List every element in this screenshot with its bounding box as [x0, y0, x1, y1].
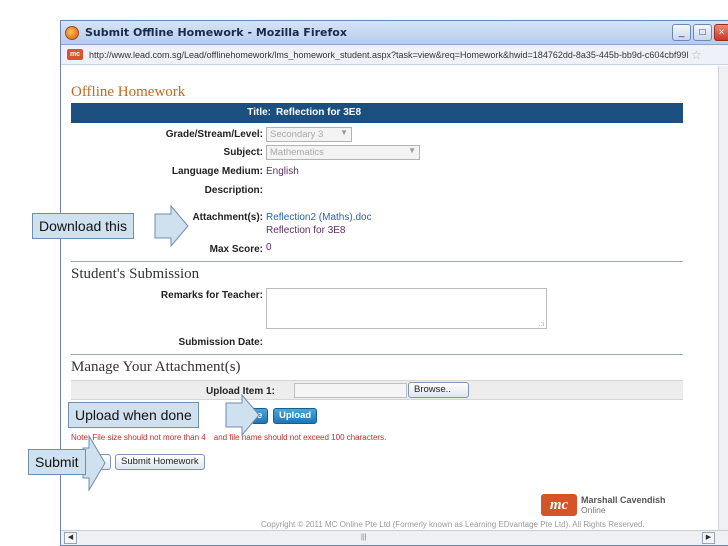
upload-callout: Upload when done	[68, 402, 199, 428]
scroll-right-icon[interactable]: ▶	[702, 532, 715, 544]
upload-arrow-icon	[225, 393, 260, 437]
section-divider	[71, 261, 683, 262]
subject-select-value: Mathematics	[270, 147, 324, 158]
brand-name-line1: Marshall Cavendish	[581, 495, 666, 505]
upload-button[interactable]: Upload	[273, 408, 318, 424]
remarks-label: Remarks for Teacher:	[160, 290, 263, 301]
brand-name-line2: Online	[581, 505, 606, 515]
section-divider	[71, 354, 683, 355]
title-label: Title:	[247, 107, 271, 118]
chevron-down-icon: ▼	[408, 146, 416, 155]
close-icon[interactable]: ×	[714, 24, 728, 41]
title-bar: Submit Offline Homework - Mozilla Firefo…	[61, 21, 728, 45]
chevron-down-icon: ▼	[340, 128, 348, 137]
copyright-text: Copyright © 2011 MC Online Pte Ltd (Form…	[261, 520, 645, 529]
homework-title-row: Title: Reflection for 3E8	[71, 103, 683, 123]
max-score-label: Max Score:	[209, 244, 263, 255]
brand-logo: mc Marshall Cavendish Online	[541, 494, 666, 516]
offline-homework-heading: Offline Homework	[71, 84, 186, 100]
subject-select[interactable]: Mathematics ▼	[266, 145, 420, 160]
language-label: Language Medium:	[171, 166, 263, 177]
language-value: English	[266, 166, 299, 177]
window-title: Submit Offline Homework - Mozilla Firefo…	[85, 26, 347, 39]
site-favicon-icon: mc	[67, 49, 83, 60]
url-field[interactable]: http://www.lead.com.sg/Lead/offlinehomew…	[89, 50, 689, 60]
grade-label: Grade/Stream/Level:	[165, 129, 263, 140]
description-label: Description:	[204, 185, 263, 196]
page-content: Offline Homework Title: Reflection for 3…	[61, 66, 728, 531]
browser-window: Submit Offline Homework - Mozilla Firefo…	[60, 20, 728, 546]
download-arrow-icon	[154, 204, 189, 248]
vertical-scrollbar[interactable]	[718, 66, 728, 531]
scroll-grip-icon[interactable]: |||	[361, 534, 366, 541]
manage-attachments-heading: Manage Your Attachment(s)	[71, 359, 241, 375]
grade-select[interactable]: Secondary 3 ▼	[266, 127, 352, 142]
download-callout: Download this	[32, 213, 134, 239]
firefox-icon	[65, 25, 79, 40]
attachment-link[interactable]: Reflection2 (Maths).doc	[266, 212, 372, 223]
submit-homework-button[interactable]: Submit Homework	[115, 454, 205, 470]
horizontal-scrollbar[interactable]: ◀ ||| ▶	[61, 530, 728, 545]
window-controls: _ □ ×	[672, 24, 728, 41]
student-submission-heading: Student's Submission	[71, 266, 200, 282]
browse-button[interactable]: Browse..	[408, 382, 469, 398]
brand-name: Marshall Cavendish Online	[581, 495, 666, 515]
attachment-label: Attachment(s):	[192, 212, 263, 223]
submit-callout: Submit	[28, 449, 86, 475]
maximize-icon[interactable]: □	[693, 24, 712, 41]
grade-select-value: Secondary 3	[270, 129, 324, 140]
file-path-input[interactable]	[294, 383, 407, 398]
minimize-icon[interactable]: _	[672, 24, 691, 41]
resize-grip-icon[interactable]: .:i	[539, 321, 544, 328]
remarks-textarea[interactable]: .:i	[266, 288, 547, 329]
submission-date-label: Submission Date:	[178, 337, 263, 348]
bookmark-star-icon[interactable]: ☆	[691, 48, 702, 62]
scroll-left-icon[interactable]: ◀	[64, 532, 77, 544]
max-score-value: 0	[266, 242, 272, 253]
title-value: Reflection for 3E8	[276, 107, 362, 118]
submit-arrow-icon	[82, 434, 106, 492]
attachment-caption: Reflection for 3E8	[266, 225, 346, 236]
subject-label: Subject:	[223, 147, 263, 158]
address-bar: mc http://www.lead.com.sg/Lead/offlineho…	[61, 45, 728, 65]
mc-logo-icon: mc	[541, 494, 577, 516]
